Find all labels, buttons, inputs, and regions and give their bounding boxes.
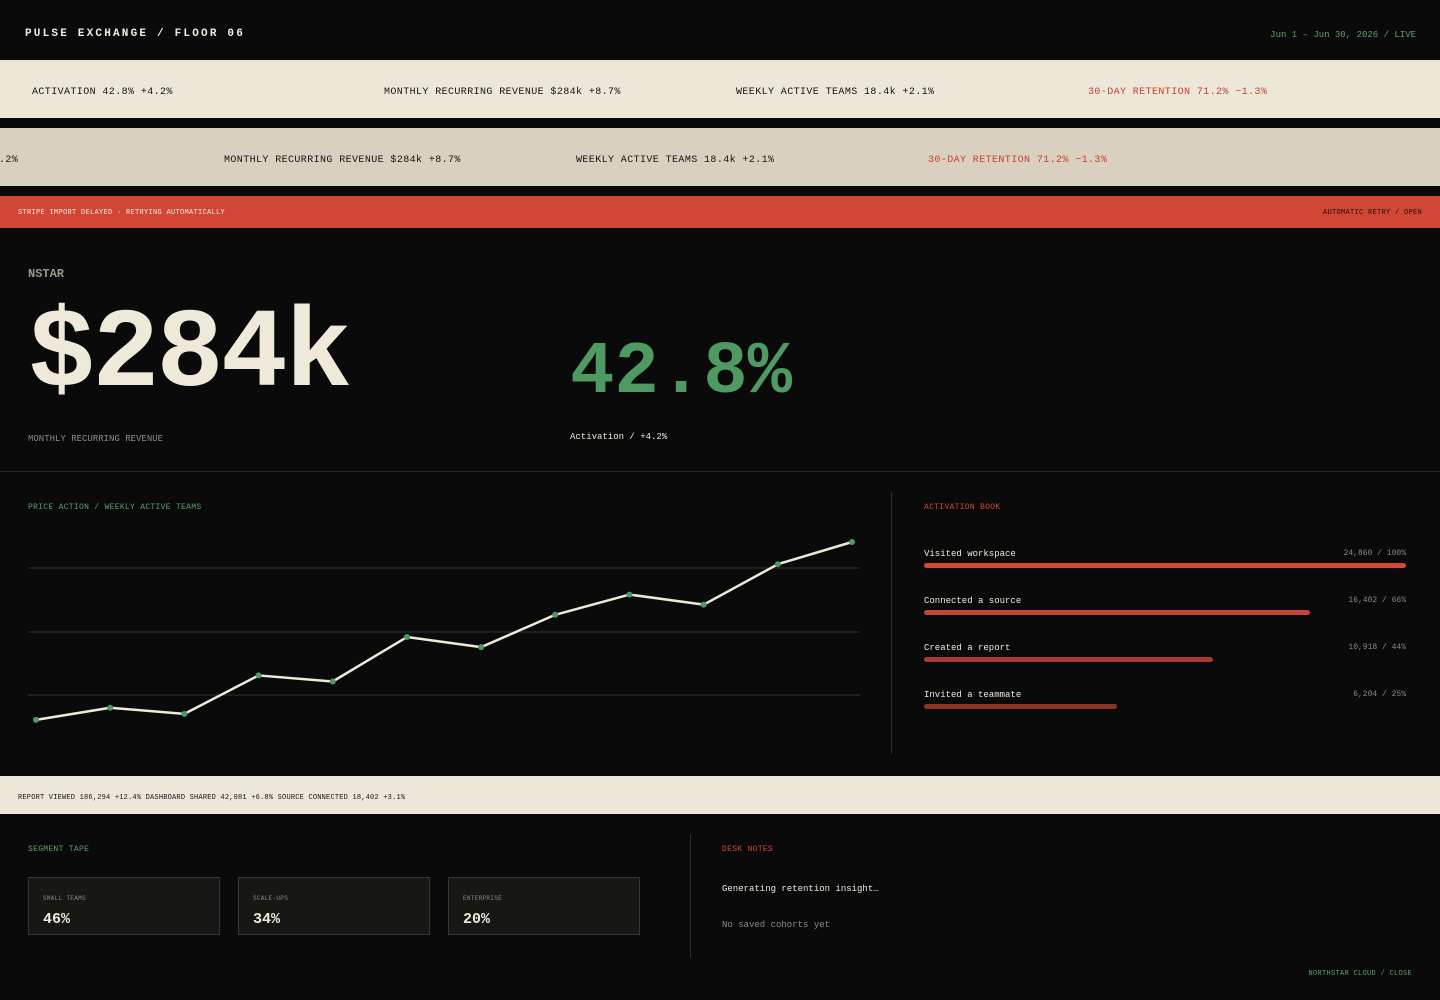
ticker-item-retention: 30-DAY RETENTION 71.2% −1.3% [1088, 87, 1268, 98]
weekly-active-teams-chart [28, 539, 860, 723]
ticker-item-fragment: .2% [0, 155, 19, 166]
mrr-value: $284k [28, 292, 352, 419]
funnel-value: 16,402 / 66% [1348, 596, 1406, 605]
desk-notes-title: DESK NOTES [722, 845, 774, 854]
segment-name: SCALE-UPS [253, 895, 289, 902]
hero-label: NSTAR [28, 267, 65, 281]
funnel-label: Connected a source [924, 596, 1022, 606]
column-divider [690, 834, 691, 958]
activation-book-title: ACTIVATION BOOK [924, 503, 1001, 512]
mrr-caption: MONTHLY RECURRING REVENUE [28, 434, 164, 444]
ticker-item-retention: 30-DAY RETENTION 71.2% −1.3% [928, 155, 1108, 166]
funnel-bar [924, 563, 1406, 568]
data-point [329, 678, 336, 685]
ticker-item-mrr: MONTHLY RECURRING REVENUE $284k +8.7% [224, 155, 461, 166]
ticker-item-weekly-active: WEEKLY ACTIVE TEAMS 18.4k +2.1% [576, 155, 775, 166]
data-point [849, 539, 855, 545]
ticker-item-activation: ACTIVATION 42.8% +4.2% [32, 87, 173, 98]
funnel-row: Created a report 10,918 / 44% [924, 643, 1406, 667]
funnel-bar [924, 704, 1117, 709]
desk-notes-empty: No saved cohorts yet [722, 920, 831, 930]
data-point [774, 561, 781, 568]
data-point [181, 710, 188, 717]
chart-title: PRICE ACTION / WEEKLY ACTIVE TEAMS [28, 503, 202, 512]
segment-card-small-teams[interactable]: SMALL TEAMS 46% [28, 877, 220, 935]
data-point [255, 672, 262, 679]
date-range-live[interactable]: Jun 1 – Jun 30, 2026 / LIVE [1270, 30, 1416, 40]
segment-name: SMALL TEAMS [43, 895, 86, 902]
segment-tape-title: SEGMENT TAPE [28, 845, 90, 854]
brand-title: PULSE EXCHANGE / FLOOR 06 [25, 28, 246, 40]
funnel-label: Created a report [924, 643, 1011, 653]
column-divider [891, 492, 892, 754]
ticker-primary: ACTIVATION 42.8% +4.2% MONTHLY RECURRING… [0, 60, 1440, 118]
funnel-row: Visited workspace 24,860 / 100% [924, 549, 1406, 573]
events-text: REPORT VIEWED 186,294 +12.4% DASHBOARD S… [18, 794, 406, 802]
alert-banner: STRIPE IMPORT DELAYED · RETRYING AUTOMAT… [0, 196, 1440, 228]
segment-card-scale-ups[interactable]: SCALE-UPS 34% [238, 877, 430, 935]
alert-open-link[interactable]: AUTOMATIC RETRY / OPEN [1323, 209, 1422, 217]
ticker-item-weekly-active: WEEKLY ACTIVE TEAMS 18.4k +2.1% [736, 87, 935, 98]
data-point [552, 611, 559, 618]
funnel-value: 10,918 / 44% [1348, 643, 1406, 652]
data-point [478, 644, 485, 651]
close-link[interactable]: NORTHSTAR CLOUD / CLOSE [1308, 970, 1412, 978]
top-bar: PULSE EXCHANGE / FLOOR 06 Jun 1 – Jun 30… [0, 0, 1440, 60]
segment-value: 20% [463, 911, 491, 928]
funnel-row: Invited a teammate 6,204 / 25% [924, 690, 1406, 714]
ticker-item-mrr: MONTHLY RECURRING REVENUE $284k +8.7% [384, 87, 621, 98]
activation-value: 42.8% [570, 331, 793, 415]
funnel-value: 6,204 / 25% [1353, 690, 1406, 699]
alert-message: STRIPE IMPORT DELAYED · RETRYING AUTOMAT… [18, 209, 226, 217]
funnel-label: Visited workspace [924, 549, 1016, 559]
data-point [700, 601, 707, 608]
data-point [107, 704, 114, 711]
segment-card-enterprise[interactable]: ENTERPRISE 20% [448, 877, 640, 935]
segment-name: ENTERPRISE [463, 895, 503, 902]
funnel-bar [924, 610, 1310, 615]
segment-value: 34% [253, 911, 281, 928]
ticker-secondary: .2% MONTHLY RECURRING REVENUE $284k +8.7… [0, 128, 1440, 186]
data-point [403, 634, 410, 641]
funnel-label: Invited a teammate [924, 690, 1022, 700]
data-point [626, 591, 633, 598]
events-strip: REPORT VIEWED 186,294 +12.4% DASHBOARD S… [0, 776, 1440, 814]
funnel-value: 24,860 / 100% [1343, 549, 1406, 558]
section-divider [0, 471, 1440, 472]
activation-caption: Activation / +4.2% [570, 432, 668, 442]
desk-notes-status: Generating retention insight… [722, 884, 879, 894]
data-point [33, 716, 39, 723]
funnel-row: Connected a source 16,402 / 66% [924, 596, 1406, 620]
segment-value: 46% [43, 911, 71, 928]
funnel-bar [924, 657, 1214, 662]
